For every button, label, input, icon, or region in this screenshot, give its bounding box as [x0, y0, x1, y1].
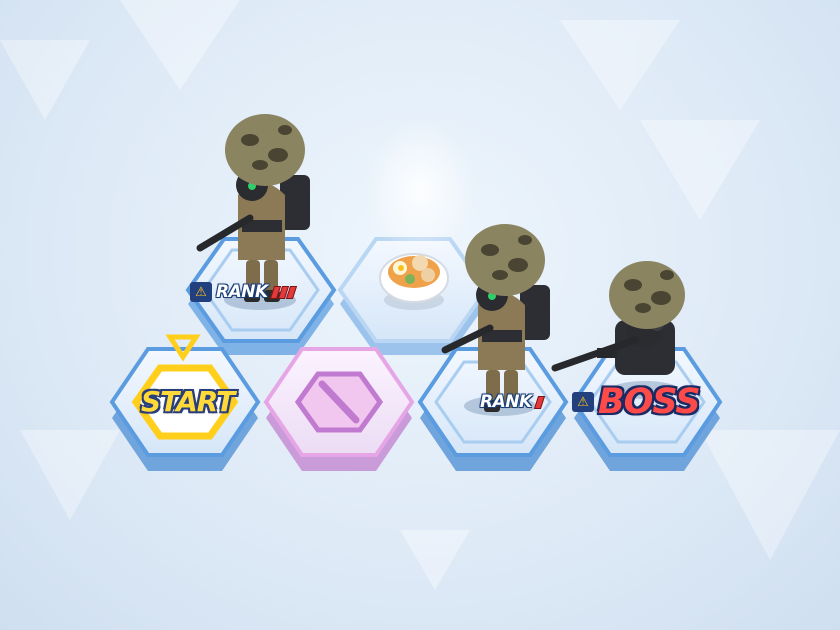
rank-label: RANK — [480, 392, 532, 412]
food-bowl-icon[interactable] — [379, 253, 449, 310]
blocked-icon — [294, 371, 384, 433]
warning-icon: ⚠ — [190, 282, 212, 302]
game-board — [0, 0, 840, 590]
rank-pips — [269, 285, 297, 299]
glow-effect — [365, 120, 475, 260]
rank-pips — [533, 395, 545, 409]
enemy-1-rank-tag: ⚠ RANK — [190, 282, 297, 302]
enemy-2-rank-tag: RANK — [480, 392, 545, 412]
warning-icon: ⚠ — [572, 392, 594, 412]
start-label: START — [141, 385, 235, 418]
hex-tile-blocked — [263, 347, 415, 471]
boss-tag: ⚠ BOSS — [572, 382, 701, 422]
rank-label: RANK — [216, 282, 268, 302]
boss-label: BOSS — [598, 382, 701, 422]
